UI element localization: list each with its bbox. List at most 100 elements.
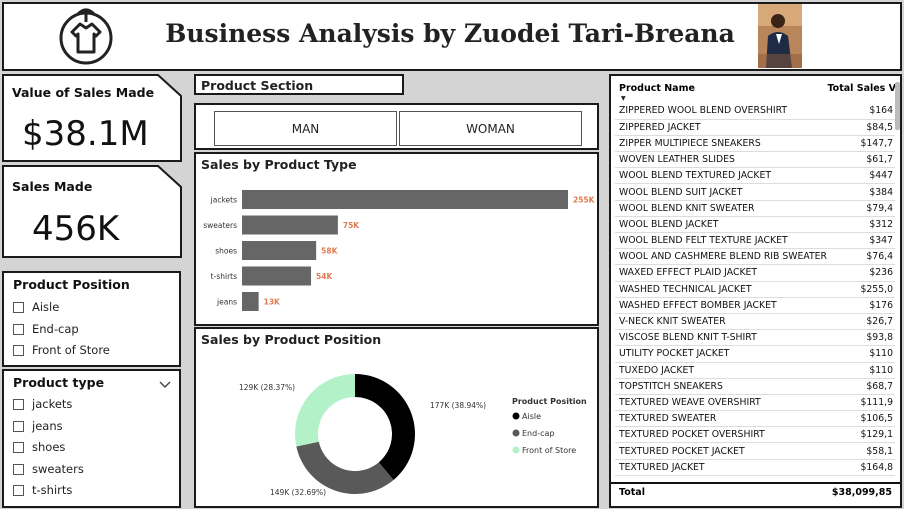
col-header-product-name[interactable]: Product Name xyxy=(619,83,695,94)
bar-jackets[interactable] xyxy=(242,190,568,209)
table-row[interactable]: TEXTURED WEAVE OVERSHIRT $111,9 xyxy=(615,394,895,412)
bar-category-label: t-shirts xyxy=(211,272,237,281)
product-name-cell: TUXEDO JACKET xyxy=(615,362,856,379)
type-option-jeans[interactable]: jeans xyxy=(13,416,173,438)
table-row[interactable]: UTILITY POCKET JACKET $110 xyxy=(615,345,895,363)
table-row[interactable]: WOOL BLEND SUIT JACKET $384 xyxy=(615,183,895,201)
checkbox-icon[interactable] xyxy=(13,463,24,475)
total-sales-cell: $68,7 xyxy=(855,378,895,395)
bar-data-label: 75K xyxy=(343,221,360,230)
bar-chart: jackets 255K sweaters 75K shoes 58K t-shirts 54… xyxy=(203,190,596,311)
table-row[interactable]: WASHED TECHNICAL JACKET $255,0 xyxy=(615,281,895,298)
product-position-title: Product Position xyxy=(13,277,130,292)
bar-t-shirts[interactable] xyxy=(242,266,312,286)
table-body[interactable]: ZIPPERED WOOL BLEND OVERSHIRT $164 ZIPPERE… xyxy=(615,103,895,482)
total-sales-cell: $61,7 xyxy=(855,151,895,169)
table-row[interactable]: ZIPPERED JACKET $84,5 xyxy=(615,119,895,136)
table-row[interactable]: TEXTURED POCKET JACKET $58,1 xyxy=(615,442,895,460)
legend-item[interactable]: Front of Store xyxy=(522,446,576,455)
total-sales-cell: $76,4 xyxy=(855,248,895,266)
product-name-cell: VISCOSE BLEND KNIT T-SHIRT xyxy=(615,329,856,347)
table-row[interactable]: ZIPPER MULTIPIECE SNEAKERS $147,7 xyxy=(615,135,895,153)
product-type-title: Product type xyxy=(13,375,105,390)
sales-by-product-type-chart: Sales by Product Type jackets 255K sweater… xyxy=(194,152,599,326)
table-row[interactable]: WOOL BLEND KNIT SWEATER $79,4 xyxy=(615,200,895,217)
table-row[interactable]: TEXTURED SWEATER $106,5 xyxy=(615,410,895,428)
type-option-sweaters[interactable]: sweaters xyxy=(13,459,173,481)
position-option-endcap[interactable]: End-cap xyxy=(13,319,173,341)
sort-desc-icon[interactable]: ▼ xyxy=(621,95,626,102)
donut-slice-front-of-store[interactable] xyxy=(295,374,355,447)
bar-data-label: 54K xyxy=(316,272,333,281)
donut-data-label: 149K (32.69%) xyxy=(270,488,326,497)
legend-marker xyxy=(512,412,520,420)
profile-photo xyxy=(758,4,802,68)
product-section-header: Product Section xyxy=(194,74,404,95)
product-name-cell: WOVEN LEATHER SLIDES xyxy=(615,151,856,169)
bar-sweaters[interactable] xyxy=(242,215,338,235)
checkbox-icon[interactable] xyxy=(13,442,24,454)
donut-chart: 177K (38.94%) 149K (32.69%) 129K (28.37%) P… xyxy=(239,374,587,497)
total-sales-cell: $93,8 xyxy=(855,329,895,347)
checkbox-icon[interactable] xyxy=(13,420,24,432)
table-row[interactable]: TEXTURED JACKET $164,8 xyxy=(615,459,895,476)
total-value: $38,099,85 xyxy=(831,487,892,498)
checkbox-icon[interactable] xyxy=(13,323,24,335)
total-label: Total xyxy=(619,487,645,498)
total-sales-cell: $176 xyxy=(855,297,895,314)
table-row[interactable]: ZIPPERED WOOL BLEND OVERSHIRT $164 xyxy=(615,103,895,120)
legend-marker xyxy=(512,446,520,454)
donut-slice-aisle[interactable] xyxy=(355,374,415,480)
product-name-cell: TEXTURED JACKET xyxy=(615,459,856,476)
type-option-tshirts[interactable]: t-shirts xyxy=(13,480,173,502)
total-sales-cell: $236 xyxy=(855,264,895,282)
product-section-title: Product Section xyxy=(201,78,314,93)
sales-made-label: Sales Made xyxy=(12,179,93,194)
checkbox-icon[interactable] xyxy=(13,485,24,497)
total-sales-cell: $110 xyxy=(855,362,895,379)
product-sales-table: Product Name ▼ Total Sales V ZIPPERED WO… xyxy=(609,74,902,508)
table-row[interactable]: TUXEDO JACKET $110 xyxy=(615,362,895,379)
table-row[interactable]: WOOL BLEND TEXTURED JACKET $447 xyxy=(615,167,895,185)
checkbox-icon[interactable] xyxy=(13,302,24,314)
type-option-shoes[interactable]: shoes xyxy=(13,437,173,459)
product-name-cell: TEXTURED POCKET OVERSHIRT xyxy=(615,426,856,444)
legend-item[interactable]: Aisle xyxy=(522,412,541,421)
product-name-cell: WOOL BLEND JACKET xyxy=(615,216,856,234)
position-option-aisle[interactable]: Aisle xyxy=(13,297,173,319)
product-name-cell: WOOL BLEND SUIT JACKET xyxy=(615,183,856,201)
donut-slice-end-cap[interactable] xyxy=(296,441,394,494)
woman-button[interactable]: WOMAN xyxy=(399,111,582,146)
table-row[interactable]: VISCOSE BLEND KNIT T-SHIRT $93,8 xyxy=(615,329,895,347)
product-name-cell: ZIPPERED WOOL BLEND OVERSHIRT xyxy=(615,103,856,120)
table-row[interactable]: WAXED EFFECT PLAID JACKET $236 xyxy=(615,264,895,282)
bar-data-label: 58K xyxy=(321,247,338,256)
scrollbar-thumb[interactable] xyxy=(895,82,900,130)
bar-jeans[interactable] xyxy=(242,292,259,311)
total-sales-cell: $111,9 xyxy=(855,394,895,412)
value-of-sales-card: Value of Sales Made $38.1M xyxy=(2,74,182,162)
product-type-slicer: Product type jackets jeans shoes sweater… xyxy=(2,369,181,508)
table-row[interactable]: TOPSTITCH SNEAKERS $68,7 xyxy=(615,378,895,395)
table-row[interactable]: TEXTURED POCKET OVERSHIRT $129,1 xyxy=(615,426,895,444)
bar-data-label: 13K xyxy=(264,298,281,307)
product-name-cell: WOOL BLEND KNIT SWEATER xyxy=(615,200,856,217)
col-header-total-sales[interactable]: Total Sales V xyxy=(827,83,896,94)
table-row[interactable]: WOVEN LEATHER SLIDES $61,7 xyxy=(615,151,895,169)
table-row[interactable]: WOOL BLEND JACKET $312 xyxy=(615,216,895,234)
legend-item[interactable]: End-cap xyxy=(522,429,554,438)
man-button[interactable]: MAN xyxy=(214,111,397,146)
donut-data-label: 177K (38.94%) xyxy=(430,401,486,410)
table-row[interactable]: WOOL AND CASHMERE BLEND RIB SWEATER $76,4 xyxy=(615,248,895,266)
position-option-front-of-store[interactable]: Front of Store xyxy=(13,340,173,362)
table-row[interactable]: WASHED EFFECT BOMBER JACKET $176 xyxy=(615,297,895,314)
chevron-down-icon[interactable] xyxy=(158,375,172,388)
bar-shoes[interactable] xyxy=(242,241,317,260)
checkbox-icon[interactable] xyxy=(13,345,24,357)
product-name-cell: V-NECK KNIT SWEATER xyxy=(615,313,856,331)
type-option-jackets[interactable]: jackets xyxy=(13,394,173,416)
checkbox-icon[interactable] xyxy=(13,399,24,411)
table-row[interactable]: WOOL BLEND FELT TEXTURE JACKET $347 xyxy=(615,232,895,250)
table-row[interactable]: V-NECK KNIT SWEATER $26,7 xyxy=(615,313,895,331)
value-of-sales-label: Value of Sales Made xyxy=(12,85,155,100)
